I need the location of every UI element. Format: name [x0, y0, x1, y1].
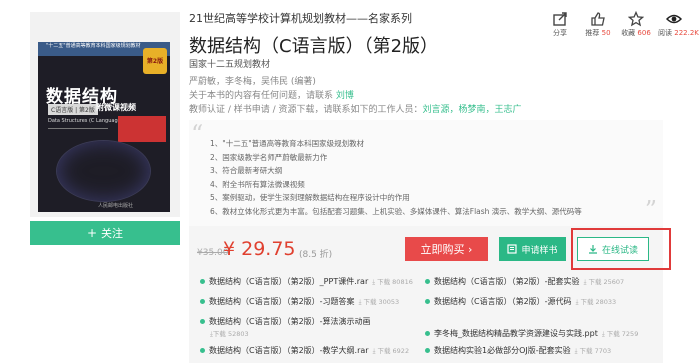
book-cover[interactable]: "十二五"普通高等教育本科国家级规划教材 第2版 数据结构 C语言版 | 第2版… — [38, 42, 170, 212]
file-name: 数据结构（C语言版）（第2版）_PPT课件.rar — [209, 277, 369, 286]
bullet-icon — [425, 331, 430, 336]
read-label: 阅读 — [658, 29, 672, 37]
file-name: 数据结构（C语言版）（第2版）-习题答案 — [209, 297, 355, 306]
bullet-icon — [200, 299, 205, 304]
bullet-icon — [425, 299, 430, 304]
national-plan: 国家十二五规划教材 — [189, 60, 271, 70]
file-downloads: 下载 7259 — [606, 330, 639, 338]
bullet-icon — [200, 319, 205, 324]
book-icon — [507, 244, 518, 254]
request-sample-label: 申请样书 — [521, 245, 558, 256]
feature-item: 2、国家级教学名师严蔚敏最新力作 — [210, 152, 328, 162]
bullet-icon — [425, 279, 430, 284]
series-name: 21世纪高等学校计算机规划教材——名家系列 — [189, 12, 412, 25]
download-icon: ⤓ — [601, 330, 605, 338]
file-item[interactable]: 数据结构实验1必做部分OJ版-配套实验 ⤓ 下载 7703 — [425, 345, 611, 356]
file-downloads: 下载 7703 — [579, 347, 612, 355]
cover-band-text: "十二五"普通高等教育本科国家级规划教材 — [46, 43, 141, 49]
features-list: 1、"十二五"普通高等教育本科国家级规划教材 2、国家级教学名师严蔚敏最新力作 … — [210, 137, 582, 219]
star-icon — [620, 10, 652, 28]
file-downloads: 下载 25607 — [588, 278, 625, 286]
contact-line: 关于本书的内容有任何问题，请联系 刘博 — [189, 88, 354, 101]
workers-links[interactable]: 刘言源，杨梦南，王志广 — [423, 105, 522, 115]
read-count-action: 阅读 222.2K — [658, 10, 699, 38]
close-quote-icon: ” — [644, 196, 657, 224]
feature-item: 6、教材立体化形式更为丰富。包括配套习题集、上机实验、多媒体课件、算法Flash… — [210, 206, 582, 216]
sale-price: ¥ 29.75 — [223, 238, 296, 260]
bullet-icon — [425, 348, 430, 353]
file-item[interactable]: 数据结构（C语言版）（第2版）-教学大纲.rar ⤓ 下载 6922 — [200, 345, 409, 356]
share-label: 分享 — [553, 29, 567, 37]
cover-badge-text: 第2版 — [146, 58, 164, 65]
file-name: 数据结构（C语言版）（第2版）-源代码 — [434, 297, 572, 306]
request-sample-button[interactable]: 申请样书 — [499, 237, 566, 261]
eye-icon — [658, 10, 690, 28]
download-icon: ⤓ — [372, 278, 376, 286]
cover-red-box — [118, 116, 166, 142]
file-downloads: 下载 28033 — [580, 298, 617, 306]
follow-label: 关注 — [101, 227, 124, 240]
download-icon: ⤓ — [358, 298, 362, 306]
open-quote-icon: “ — [191, 120, 204, 148]
favorite-label: 收藏 — [621, 29, 636, 37]
buy-now-button[interactable]: 立即购买 › — [405, 237, 488, 261]
file-name: 数据结构（C语言版）（第2版）-算法演示动画 — [209, 317, 371, 326]
file-item[interactable]: 数据结构（C语言版）（第2版）-习题答案 ⤓ 下载 30053 — [200, 296, 399, 307]
thumbs-up-icon — [582, 10, 614, 28]
recommend-action[interactable]: 推荐 50 — [582, 10, 614, 38]
plus-icon: + — [86, 226, 98, 240]
follow-button[interactable]: + 关注 — [30, 221, 180, 245]
favorite-count: 606 — [637, 29, 651, 37]
file-name: 李冬梅_数据结构精品教学资源建设与实践.ppt — [434, 329, 598, 338]
file-item[interactable]: 数据结构（C语言版）（第2版）_PPT课件.rar ⤓ 下载 80816 — [200, 276, 413, 287]
download-icon: ⤓ — [574, 347, 578, 355]
authors: 严蔚敏，李冬梅，吴伟民 (编著) — [189, 77, 316, 87]
discount: (8.5 折) — [299, 250, 333, 260]
file-item[interactable]: 数据结构（C语言版）（第2版）-配套实验 ⤓ 下载 25607 — [425, 276, 624, 287]
file-item[interactable]: 数据结构（C语言版）（第2版）-源代码 ⤓ 下载 28033 — [425, 296, 616, 307]
read-count: 222.2K — [674, 29, 699, 37]
contact-link[interactable]: 刘博 — [336, 91, 354, 101]
feature-item: 3、符合最新考研大纲 — [210, 166, 283, 176]
recommend-label: 推荐 — [585, 29, 600, 37]
file-downloads: 下载 30053 — [363, 298, 400, 306]
file-name: 数据结构（C语言版）（第2版）-配套实验 — [434, 277, 580, 286]
workers-text: 教师认证 / 样书申请 / 资源下载，请联系如下的工作人员： — [189, 105, 423, 115]
action-bar: 分享 推荐 50 收藏 606 阅读 222.2K — [538, 10, 699, 38]
feature-item: 5、案例驱动，使学生深刻理解数据结构在程序设计中的作用 — [210, 193, 410, 203]
cover-spiral-art — [56, 140, 151, 202]
file-item[interactable]: 李冬梅_数据结构精品教学资源建设与实践.ppt ⤓ 下载 7259 — [425, 328, 638, 339]
features-box: “ 1、"十二五"普通高等教育本科国家级规划教材 2、国家级教学名师严蔚敏最新力… — [189, 120, 663, 226]
favorite-action[interactable]: 收藏 606 — [620, 10, 652, 38]
cover-lines — [48, 128, 108, 132]
download-icon: ⤓ — [583, 278, 587, 286]
feature-item: 1、"十二五"普通高等教育本科国家级规划教材 — [210, 139, 365, 148]
workers-line: 教师认证 / 样书申请 / 资源下载，请联系如下的工作人员：刘言源，杨梦南，王志… — [189, 102, 522, 115]
download-icon: ⤓ — [575, 298, 579, 306]
book-title: 数据结构（C语言版）（第2版） — [189, 36, 439, 57]
book-cover-frame: "十二五"普通高等教育本科国家级规划教材 第2版 数据结构 C语言版 | 第2版… — [30, 12, 180, 217]
file-downloads: 下载 52803 — [212, 330, 249, 338]
file-item[interactable]: 数据结构（C语言版）（第2版）-算法演示动画 — [200, 316, 371, 327]
read-online-highlight — [571, 228, 671, 270]
share-action[interactable]: 分享 — [544, 10, 576, 38]
file-downloads: 下载 80816 — [377, 278, 413, 286]
cover-publisher: 人民邮电出版社 — [98, 203, 134, 209]
file-downloads: 下载 6922 — [377, 347, 410, 355]
file-downloads-line: ⤓下载 52803 — [210, 328, 249, 339]
file-name: 数据结构实验1必做部分OJ版-配套实验 — [434, 346, 571, 355]
download-icon: ⤓ — [372, 347, 376, 355]
bullet-icon — [200, 279, 205, 284]
cover-edition-tag: C语言版 | 第2版 — [48, 104, 98, 115]
cover-video-tag: 附微课视频 — [96, 103, 136, 112]
bullet-icon — [200, 348, 205, 353]
feature-item: 4、附全书所有算法微课视频 — [210, 179, 305, 189]
share-icon — [544, 10, 576, 28]
file-name: 数据结构（C语言版）（第2版）-教学大纲.rar — [209, 346, 369, 355]
recommend-count: 50 — [601, 29, 611, 37]
contact-text: 关于本书的内容有任何问题，请联系 — [189, 91, 336, 101]
